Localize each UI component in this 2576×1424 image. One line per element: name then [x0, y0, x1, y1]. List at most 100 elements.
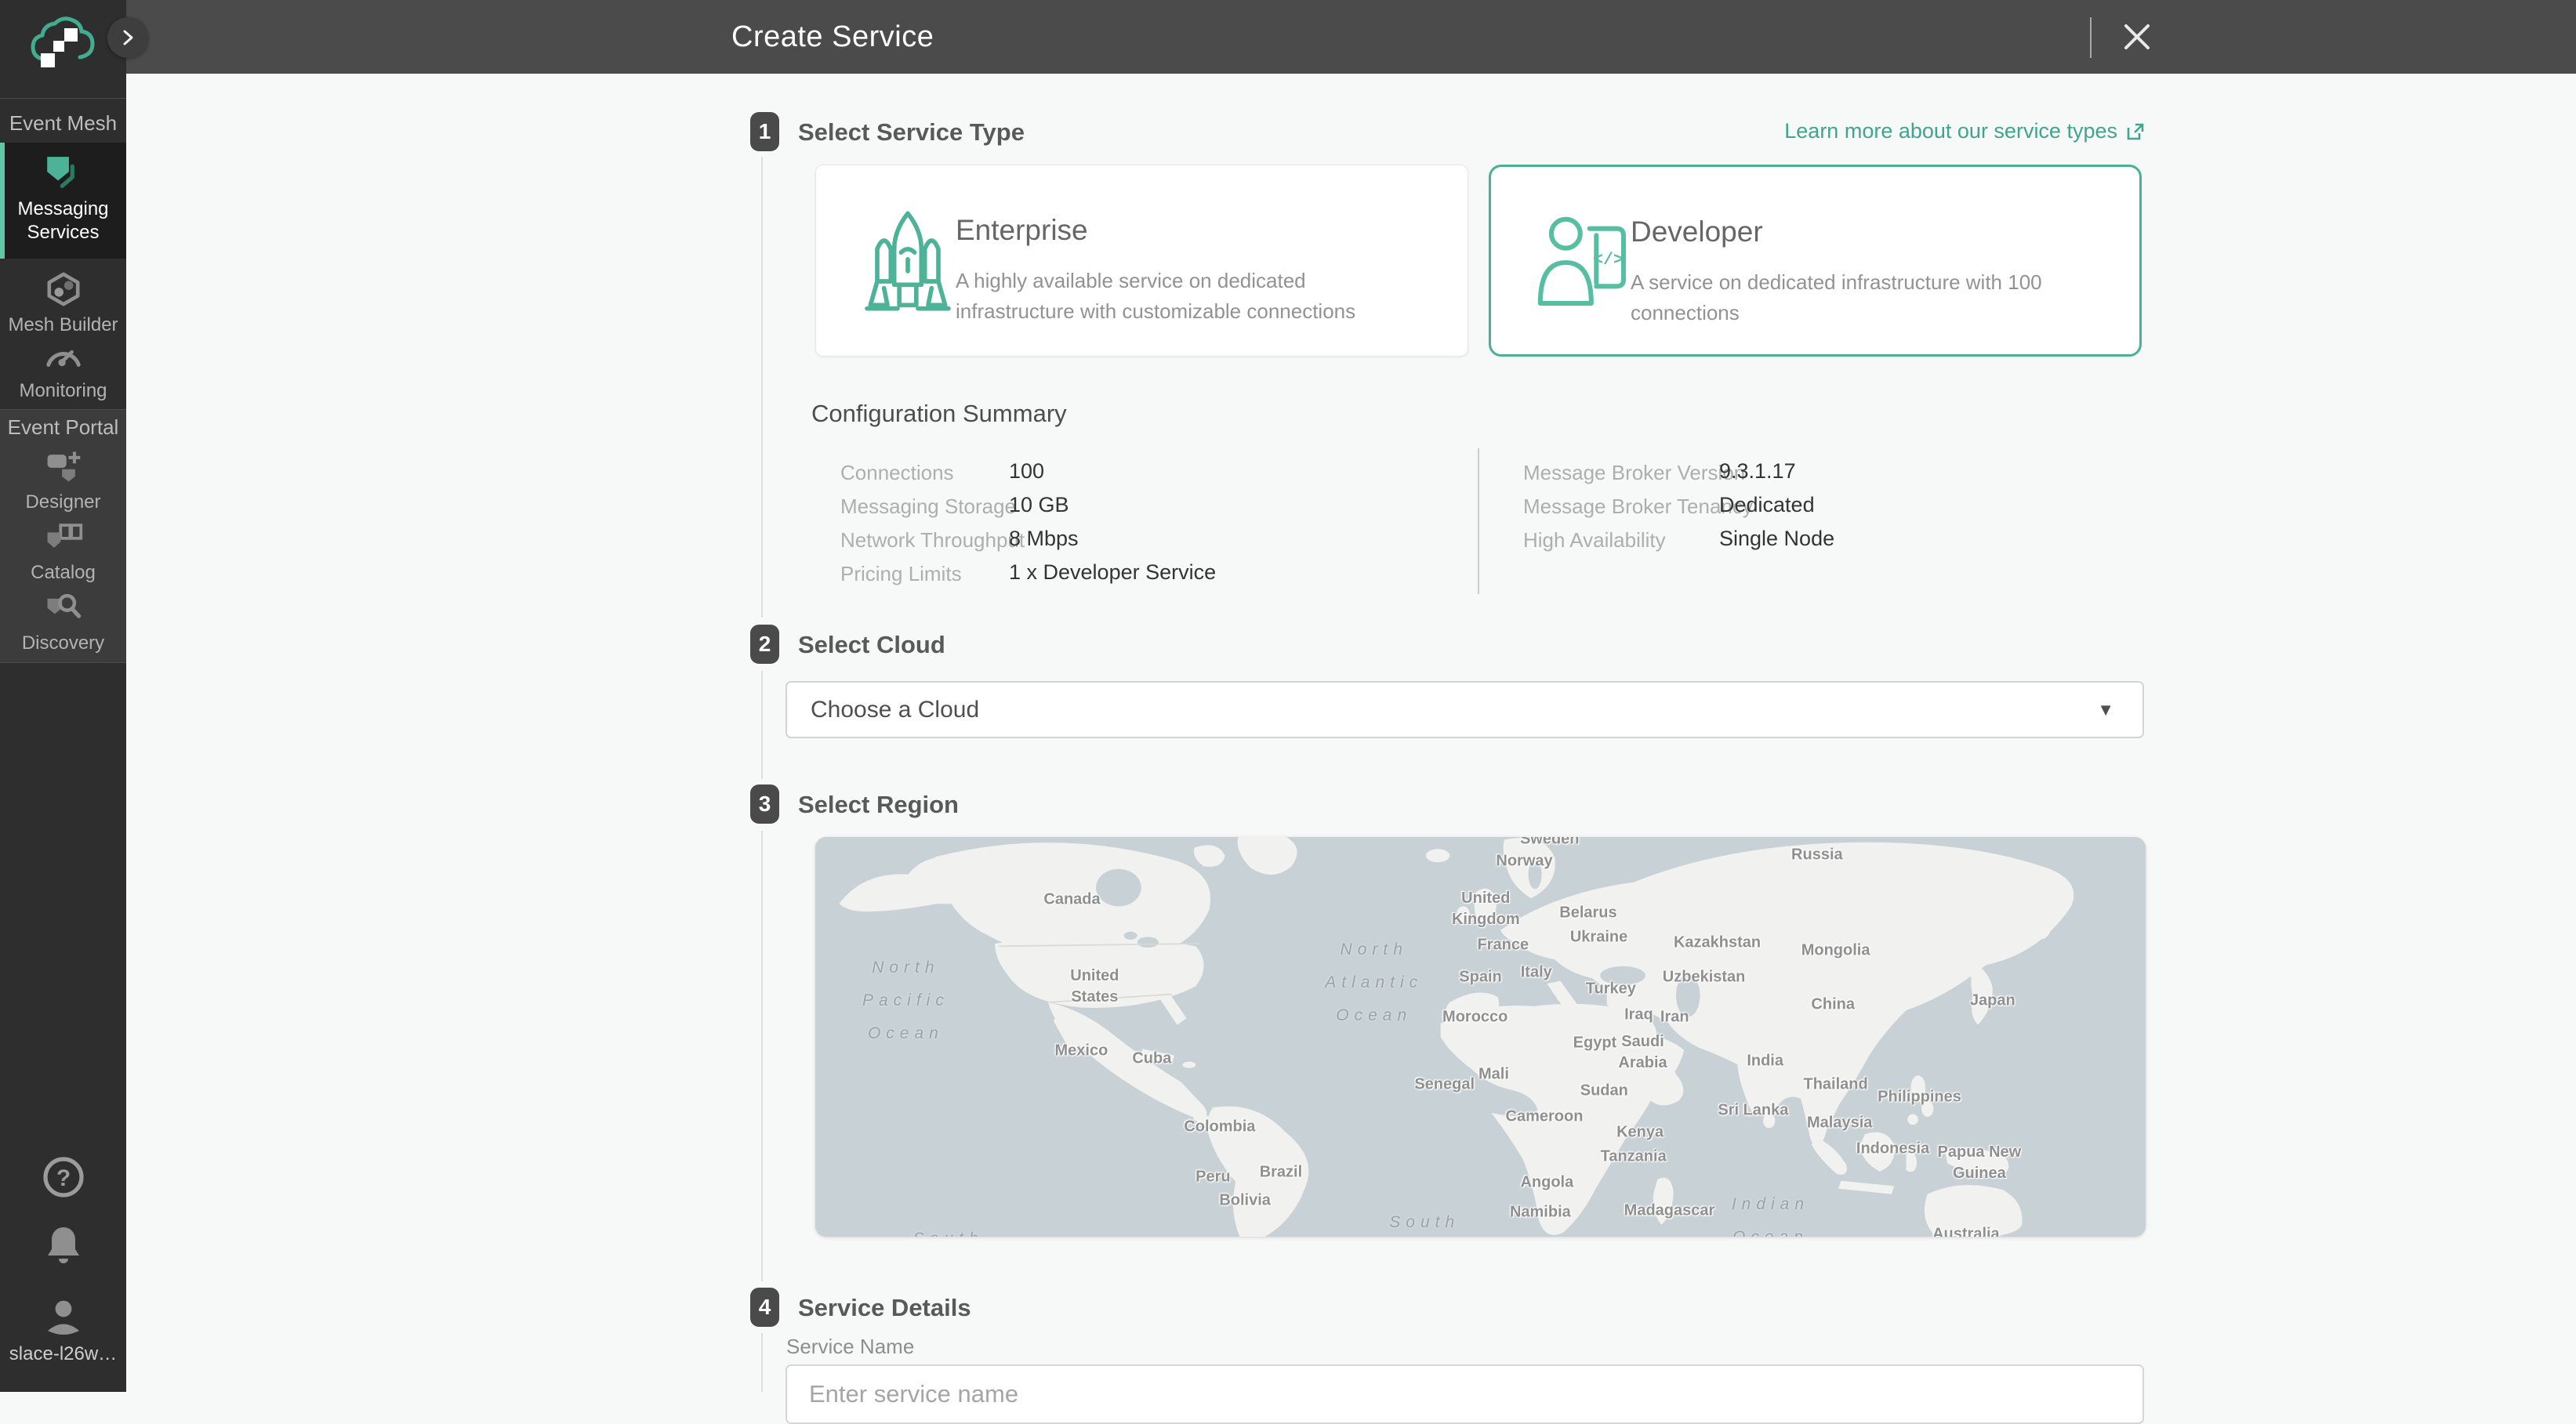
close-button[interactable]: [2113, 13, 2161, 60]
step-3-title: Select Region: [798, 791, 959, 819]
map-label-mongolia: Mongolia: [1801, 940, 1870, 962]
summary-value: 10 GB: [1009, 493, 1069, 517]
map-label-cuba: Cuba: [1132, 1049, 1171, 1070]
header-divider: [2090, 17, 2092, 58]
map-label-sri-lanka: Sri Lanka: [1718, 1100, 1788, 1121]
sidebar: Event Mesh Messaging Services Mesh Build…: [0, 0, 126, 1392]
sidebar-item-label: Catalog: [0, 561, 126, 585]
summary-value: Single Node: [1719, 527, 1834, 551]
sidebar-item-monitoring[interactable]: Monitoring: [0, 339, 126, 403]
map-label-senegal: Senegal: [1414, 1074, 1475, 1096]
sidebar-item-mesh-builder[interactable]: Mesh Builder: [0, 271, 126, 337]
step-4-badge: 4: [750, 1288, 779, 1327]
svg-text:?: ?: [56, 1165, 70, 1191]
summary-label: Messaging Storage: [840, 495, 1016, 519]
map-label-peru: Peru: [1195, 1166, 1230, 1187]
map-label-mexico: Mexico: [1054, 1040, 1108, 1061]
user-menu[interactable]: [0, 1295, 126, 1342]
sidebar-item-label: Monitoring: [0, 379, 126, 403]
rocket-icon: [857, 206, 959, 316]
service-name-input[interactable]: [785, 1364, 2144, 1424]
page-title: Create Service: [731, 0, 934, 74]
step-2-title: Select Cloud: [798, 631, 945, 659]
map-label-tanzania: Tanzania: [1601, 1147, 1667, 1168]
stepper-rail: [761, 671, 763, 779]
designer-icon: [43, 448, 84, 484]
map-label-morocco: Morocco: [1442, 1006, 1508, 1027]
map-label-belarus: Belarus: [1559, 902, 1616, 923]
notifications-button[interactable]: [0, 1223, 126, 1272]
summary-label: Connections: [840, 461, 954, 485]
svg-text:</>: </>: [1593, 250, 1624, 270]
map-label-philippines: Philippines: [1878, 1086, 1961, 1107]
discovery-icon: [43, 589, 84, 625]
chevron-right-icon: [120, 28, 136, 47]
sidebar-item-discovery[interactable]: Discovery: [0, 589, 126, 655]
summary-value: 9.3.1.17: [1719, 459, 1796, 484]
sidebar-expand-button[interactable]: [107, 17, 148, 58]
map-label-colombia: Colombia: [1184, 1116, 1255, 1137]
cloud-select[interactable]: Choose a Cloud ▼: [785, 681, 2144, 738]
service-type-card-enterprise[interactable]: Enterprise A highly available service on…: [815, 165, 1468, 357]
map-label-indonesia: Indonesia: [1856, 1138, 1929, 1159]
app-logo[interactable]: [24, 11, 102, 86]
summary-label: High Availability: [1523, 528, 1666, 553]
map-label-india: India: [1747, 1050, 1783, 1071]
summary-divider: [1478, 448, 1479, 594]
map-label-russia: Russia: [1791, 844, 1843, 865]
service-type-card-developer[interactable]: </> Developer A service on dedicated inf…: [1489, 165, 2142, 357]
summary-value: 8 Mbps: [1009, 527, 1079, 551]
stepper-rail: [761, 157, 763, 618]
map-label-saudi-arabia: Saudi Arabia: [1618, 1031, 1667, 1074]
summary-value: Dedicated: [1719, 493, 1815, 517]
sidebar-item-catalog[interactable]: Catalog: [0, 519, 126, 585]
sidebar-section-event-portal: Event Portal: [0, 415, 126, 440]
sidebar-item-designer[interactable]: Designer: [0, 448, 126, 514]
map-labels: North Pacific OceanNorth Atlantic OceanI…: [815, 837, 2146, 1237]
map-label-sudan: Sudan: [1580, 1080, 1628, 1101]
help-button[interactable]: ?: [0, 1155, 126, 1203]
map-label-kenya: Kenya: [1616, 1122, 1664, 1143]
sidebar-section-event-mesh: Event Mesh: [0, 111, 126, 136]
summary-value: 1 x Developer Service: [1009, 560, 1216, 585]
map-label-iraq: Iraq: [1624, 1004, 1653, 1025]
map-label-japan: Japan: [1970, 991, 2015, 1012]
map-label-north-atlantic-ocean: North Atlantic Ocean: [1325, 933, 1423, 1032]
external-link-icon: [2125, 121, 2146, 142]
map-label-egypt: Egypt: [1573, 1032, 1617, 1053]
map-label-norway: Norway: [1496, 850, 1552, 871]
shield-icon: [43, 154, 84, 191]
card-description: A highly available service on dedicated …: [956, 266, 1418, 327]
sidebar-divider: [0, 662, 126, 663]
map-label-italy: Italy: [1521, 962, 1552, 984]
map-label-australia: Australia: [1932, 1224, 2000, 1237]
card-title: Developer: [1631, 216, 1763, 248]
modal-header: Create Service: [0, 0, 2576, 74]
hexagon-mesh-icon: [44, 271, 83, 307]
summary-value: 100: [1009, 459, 1044, 484]
configuration-summary-title: Configuration Summary: [811, 400, 1067, 428]
sidebar-item-label: Discovery: [0, 632, 126, 655]
cloud-logo-icon: [24, 11, 102, 86]
map-label-brazil: Brazil: [1260, 1162, 1302, 1183]
map-label-angola: Angola: [1520, 1172, 1573, 1194]
map-label-cameroon: Cameroon: [1506, 1107, 1584, 1128]
learn-more-label: Learn more about our service types: [1784, 119, 2117, 143]
map-label-canada: Canada: [1043, 890, 1100, 911]
step-2-badge: 2: [750, 625, 779, 664]
user-label: slace-l26w…: [0, 1343, 126, 1365]
map-label-uzbekistan: Uzbekistan: [1663, 966, 1746, 987]
map-label-china: China: [1811, 995, 1855, 1016]
region-map[interactable]: North Pacific OceanNorth Atlantic OceanI…: [815, 837, 2146, 1237]
summary-label: Message Broker Tenancy: [1523, 495, 1753, 519]
map-label-mali: Mali: [1478, 1064, 1509, 1085]
map-label-turkey: Turkey: [1586, 978, 1636, 999]
sidebar-item-label: Mesh Builder: [0, 313, 126, 337]
map-label-malaysia: Malaysia: [1807, 1112, 1872, 1133]
close-icon: [2120, 20, 2154, 54]
learn-more-link[interactable]: Learn more about our service types: [1784, 119, 2146, 143]
sidebar-item-messaging-services[interactable]: Messaging Services: [0, 154, 126, 245]
catalog-icon: [43, 519, 84, 555]
map-label-madagascar: Madagascar: [1624, 1200, 1715, 1221]
map-label-kazakhstan: Kazakhstan: [1674, 933, 1761, 954]
